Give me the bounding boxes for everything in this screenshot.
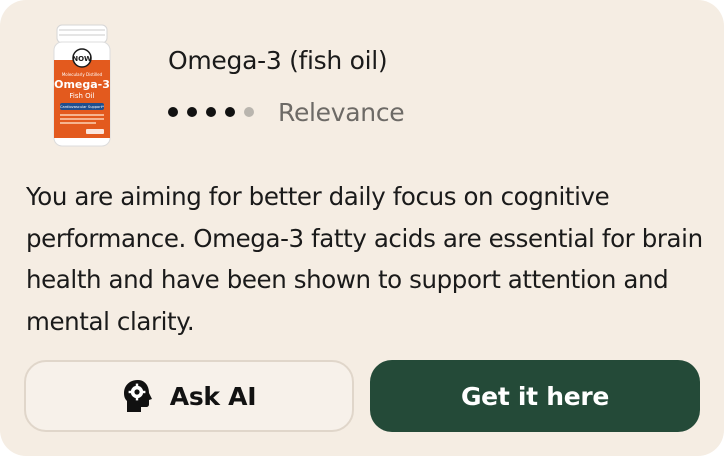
rating-dot-icon <box>168 107 178 117</box>
label-support: Cardiovascular Support* <box>60 105 104 109</box>
label-subname: Fish Oil <box>69 92 94 100</box>
label-name: Omega-3 <box>54 78 110 91</box>
label-brand: NOW <box>72 55 92 63</box>
ask-ai-label: Ask AI <box>169 381 257 411</box>
product-image: NOW Molecularly Distilled Omega-3 Fish O… <box>53 24 111 147</box>
ask-ai-button[interactable]: Ask AI <box>24 360 354 432</box>
rating-dot-icon <box>187 107 197 117</box>
rating-dot-icon <box>225 107 235 117</box>
relevance-rating: Relevance <box>168 96 405 128</box>
rating-dot-icon <box>206 107 216 117</box>
label-tagline: Molecularly Distilled <box>62 72 103 77</box>
head-gear-icon <box>123 380 152 412</box>
product-description: You are aiming for better daily focus on… <box>26 182 703 336</box>
get-it-here-label: Get it here <box>460 381 610 411</box>
get-it-here-button[interactable]: Get it here <box>370 360 700 432</box>
supplement-card: NOW Molecularly Distilled Omega-3 Fish O… <box>0 0 724 456</box>
rating-label: Relevance <box>278 97 405 127</box>
product-title: Omega-3 (fish oil) <box>168 46 388 75</box>
rating-dot-icon <box>244 107 254 117</box>
